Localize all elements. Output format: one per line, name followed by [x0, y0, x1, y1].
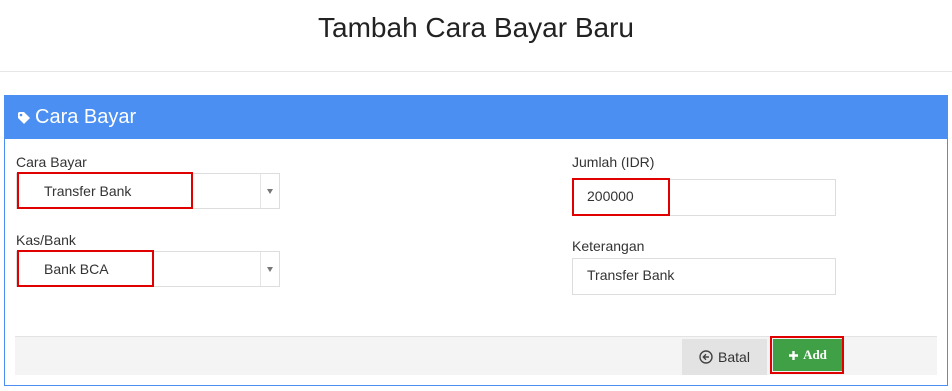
chevron-down-icon[interactable]: [260, 174, 279, 208]
cash-bank-label: Kas/Bank: [16, 232, 76, 248]
chevron-down-icon[interactable]: [260, 252, 279, 286]
amount-input[interactable]: 200000: [572, 179, 836, 216]
note-label: Keterangan: [572, 238, 645, 254]
payment-method-label: Cara Bayar: [16, 154, 87, 170]
add-button-label: Add: [803, 347, 827, 362]
panel-heading: Cara Bayar: [5, 96, 947, 139]
cancel-button[interactable]: Batal: [682, 339, 767, 375]
cancel-button-label: Batal: [718, 349, 750, 365]
panel-heading-label: Cara Bayar: [35, 106, 137, 128]
page-title: Tambah Cara Bayar Baru: [0, 0, 952, 72]
payment-method-select[interactable]: Transfer Bank: [16, 173, 280, 209]
amount-label: Jumlah (IDR): [572, 154, 655, 170]
payment-method-value: Transfer Bank: [44, 183, 132, 199]
plus-icon: [789, 350, 799, 360]
cash-bank-value: Bank BCA: [44, 261, 109, 277]
payment-method-panel: Cara Bayar Cara Bayar Transfer Bank Kas/…: [4, 95, 948, 386]
note-input[interactable]: Transfer Bank: [572, 258, 836, 295]
tag-icon: [18, 111, 30, 124]
circle-arrow-left-icon: [699, 350, 713, 364]
cash-bank-select[interactable]: Bank BCA: [16, 251, 280, 287]
add-button[interactable]: Add: [773, 339, 842, 371]
